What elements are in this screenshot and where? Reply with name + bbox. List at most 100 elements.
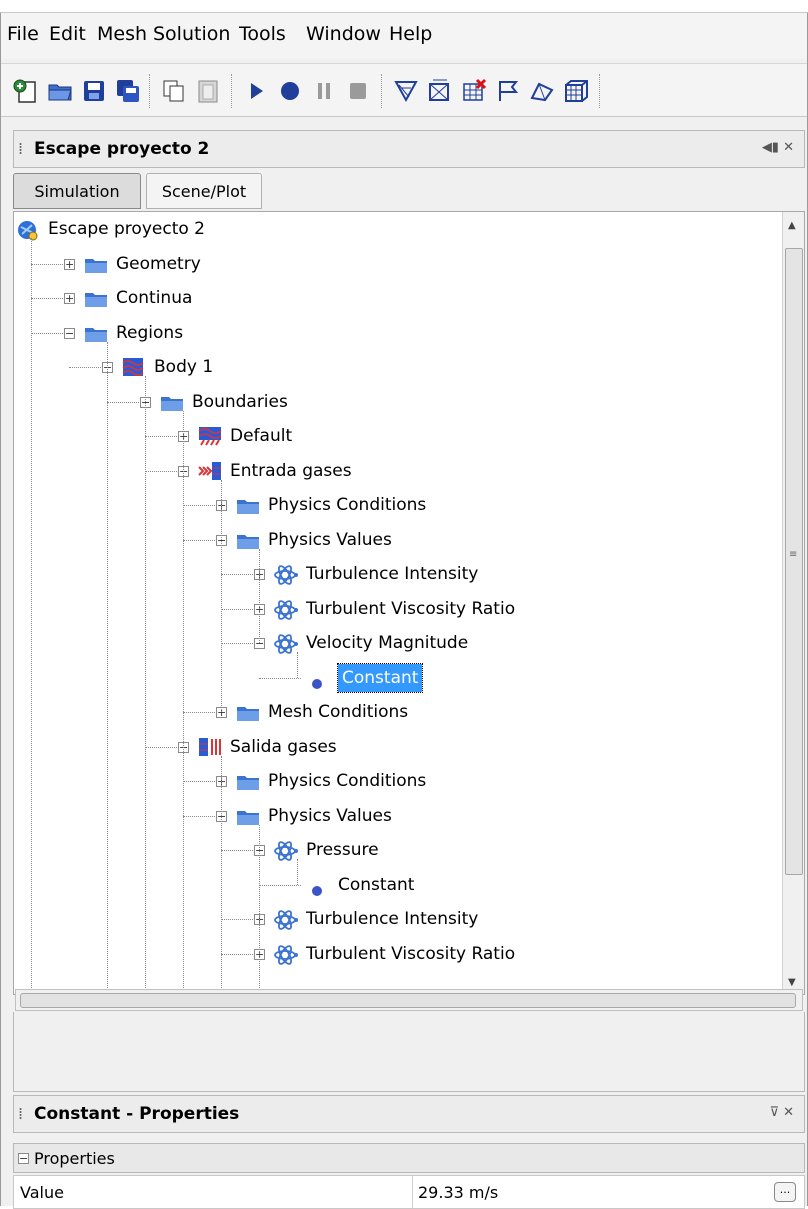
- menu-mesh[interactable]: Mesh: [97, 23, 147, 45]
- tree-item-label: Escape proyecto 2: [48, 219, 205, 239]
- copy-icon[interactable]: [161, 78, 187, 104]
- tree-item[interactable]: − Boundaries: [14, 387, 774, 417]
- region-icon: [122, 357, 144, 387]
- tree-connector: [183, 712, 215, 713]
- save-icon[interactable]: [81, 78, 107, 104]
- stop-icon[interactable]: [345, 78, 371, 104]
- folder-icon: [236, 530, 260, 560]
- scroll-grip-icon: ≡: [789, 549, 798, 560]
- folder-icon: [236, 495, 260, 525]
- tab-simulation[interactable]: Simulation: [13, 173, 141, 209]
- tree-guide-line: [145, 376, 146, 994]
- vertical-scrollbar[interactable]: ▲ ≡ ▼: [782, 212, 804, 994]
- tree-item[interactable]: + Turbulent Viscosity Ratio: [14, 594, 774, 624]
- generate-mesh-icon[interactable]: [427, 78, 453, 104]
- tree-item[interactable]: − Salida gases: [14, 732, 774, 762]
- pause-icon[interactable]: [311, 78, 337, 104]
- horizontal-scrollbar[interactable]: [15, 989, 803, 1011]
- tree-item-label: Salida gases: [230, 736, 337, 757]
- tree-item[interactable]: + Continua: [14, 283, 774, 313]
- tree-item[interactable]: − Velocity Magnitude: [14, 628, 774, 658]
- menu-window[interactable]: Window: [306, 23, 381, 45]
- tree-guide-line: [183, 410, 184, 994]
- menu-file[interactable]: File: [7, 23, 39, 45]
- tree-item-label: Turbulence Intensity: [306, 564, 479, 584]
- panel-grip-icon[interactable]: ⁞: [18, 1104, 23, 1123]
- tree-item-label: Regions: [116, 322, 184, 343]
- tree-item[interactable]: + Turbulence Intensity: [14, 904, 774, 934]
- tree-item[interactable]: − Physics Values: [14, 525, 774, 555]
- tree-item[interactable]: − Entrada gases: [14, 456, 774, 486]
- panel-pin-close-icon[interactable]: ⊽ ✕: [769, 1105, 794, 1120]
- clear-mesh-icon[interactable]: [461, 78, 487, 104]
- panel-pin-close-icon[interactable]: ◀▮ ✕: [762, 140, 794, 155]
- application-window: File Edit Mesh Solution Tools Window Hel…: [0, 13, 808, 1209]
- tab-scene-plot-label: Scene/Plot: [161, 182, 247, 201]
- menu-solution[interactable]: Solution: [153, 23, 230, 45]
- collapse-icon[interactable]: −: [18, 1153, 29, 1164]
- tree-item[interactable]: − Body 1: [14, 352, 774, 382]
- folder-icon: [236, 702, 260, 732]
- tree-item[interactable]: + Physics Conditions: [14, 490, 774, 520]
- tree-item[interactable]: + Geometry: [14, 249, 774, 279]
- tree-guide-line: [297, 652, 298, 678]
- tree-item[interactable]: + Default: [14, 421, 774, 451]
- tree-panel-header: ⁞ Escape proyecto 2 ◀▮ ✕: [13, 130, 805, 168]
- tree-item[interactable]: Constant: [14, 662, 774, 693]
- tree-connector: [259, 884, 301, 886]
- tab-scene-plot[interactable]: Scene/Plot: [146, 173, 262, 209]
- tree-item[interactable]: + Physics Conditions: [14, 766, 774, 796]
- expand-icon[interactable]: +: [64, 293, 75, 304]
- panel-grip-icon[interactable]: ⁞: [18, 139, 23, 158]
- horizontal-scroll-thumb[interactable]: [20, 993, 796, 1008]
- tree-item[interactable]: Escape proyecto 2: [14, 214, 774, 244]
- vertical-scroll-thumb[interactable]: ≡: [785, 248, 803, 875]
- tree-item-label: Turbulent Viscosity Ratio: [306, 943, 516, 964]
- run-icon[interactable]: [243, 78, 269, 104]
- menu-edit[interactable]: Edit: [49, 23, 86, 45]
- surface-icon[interactable]: [529, 78, 555, 104]
- tree-connector: [31, 332, 63, 334]
- menu-bar: File Edit Mesh Solution Tools Window Hel…: [1, 13, 807, 59]
- tree-item[interactable]: Constant: [14, 870, 774, 900]
- save-all-icon[interactable]: [115, 78, 141, 104]
- properties-group-label: Properties: [34, 1149, 115, 1168]
- tree-guide-line: [259, 548, 260, 643]
- properties-group[interactable]: − Properties: [13, 1143, 805, 1173]
- tree-connector: [31, 298, 63, 299]
- tree-item[interactable]: + Mesh Conditions: [14, 697, 774, 727]
- tree-item[interactable]: − Regions: [14, 318, 774, 348]
- scroll-up-icon[interactable]: ▲: [788, 220, 796, 231]
- mesh-icon[interactable]: [393, 78, 419, 104]
- property-value[interactable]: 29.33 m/s: [418, 1183, 498, 1202]
- toolbar-separator: [231, 74, 234, 108]
- column-divider: [412, 1176, 413, 1208]
- toolbar-separator: [149, 74, 152, 108]
- tree-item-label: Default: [230, 426, 293, 446]
- expand-icon[interactable]: +: [64, 258, 75, 270]
- flag-icon[interactable]: [495, 78, 521, 104]
- new-sim-icon[interactable]: [13, 78, 39, 104]
- tree-item-label: Body 1: [154, 357, 214, 377]
- scroll-down-icon[interactable]: ▼: [788, 977, 796, 988]
- tree-item[interactable]: + Turbulence Intensity: [14, 559, 774, 589]
- toolbar: [1, 63, 807, 117]
- tree-item[interactable]: − Pressure: [14, 835, 774, 865]
- clipboard-icon[interactable]: [195, 78, 221, 104]
- physics-value-icon: [274, 944, 300, 976]
- tree-item[interactable]: − Physics Values: [14, 801, 774, 831]
- menu-tools[interactable]: Tools: [239, 23, 286, 45]
- collapse-icon[interactable]: −: [64, 327, 75, 339]
- toolbar-separator: [599, 74, 602, 108]
- tree-item-label: Constant: [338, 874, 415, 895]
- tree-item[interactable]: + Turbulent Viscosity Ratio: [14, 939, 774, 969]
- open-icon[interactable]: [47, 78, 73, 104]
- properties-panel-title: Constant - Properties: [34, 1104, 240, 1124]
- menu-help[interactable]: Help: [389, 23, 432, 45]
- simulation-tree[interactable]: Escape proyecto 2 + Geometry + Continua − Regi…: [13, 211, 805, 995]
- tree-guide-line: [221, 479, 222, 712]
- property-row-value[interactable]: Value 29.33 m/s ...: [13, 1175, 805, 1209]
- ellipsis-button[interactable]: ...: [774, 1182, 796, 1202]
- volume-icon[interactable]: [563, 78, 589, 104]
- record-icon[interactable]: [277, 78, 303, 104]
